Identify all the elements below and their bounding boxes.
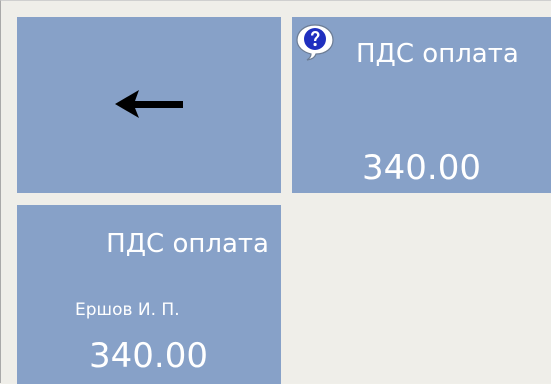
help-question-icon (296, 24, 334, 61)
tile-person-name: Ершов И. П. (75, 300, 180, 320)
pds-payment-person-tile[interactable]: ПДС оплата Ершов И. П. 340.00 (17, 205, 281, 384)
pds-payment-tile[interactable]: ПДС оплата 340.00 (292, 17, 551, 193)
tile-panel: ПДС оплата 340.00 ПДС оплата Ершов И. П.… (0, 0, 551, 384)
back-button[interactable] (17, 17, 281, 193)
left-arrow-icon (115, 90, 183, 118)
tile-amount: 340.00 (89, 336, 208, 376)
tile-amount: 340.00 (362, 148, 481, 188)
tile-title: ПДС оплата (106, 229, 269, 259)
tile-title: ПДС оплата (356, 39, 519, 69)
